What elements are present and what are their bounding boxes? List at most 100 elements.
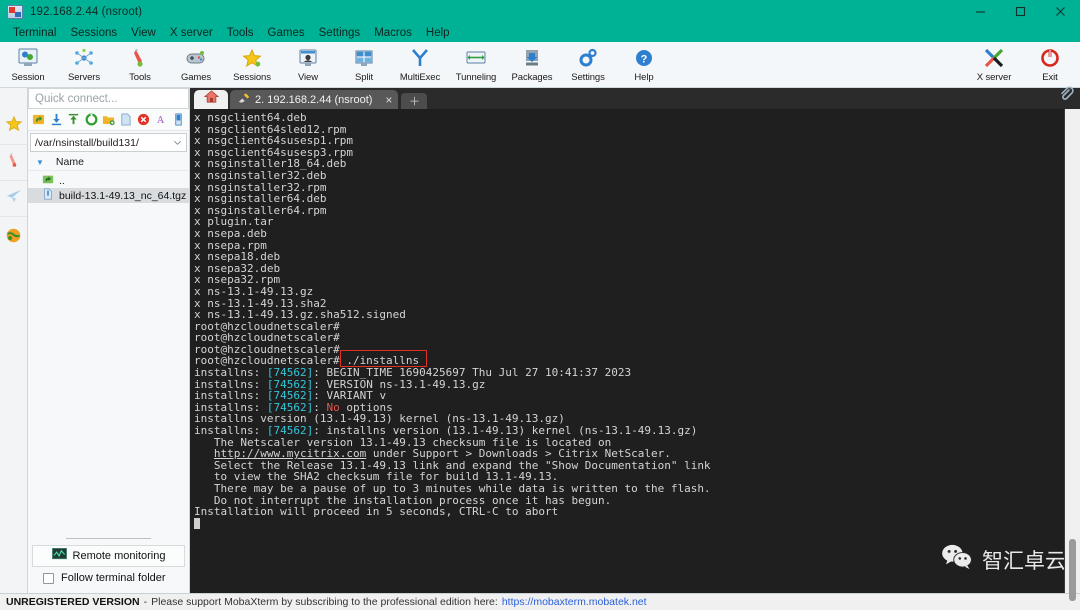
- toolbar-help-label: Help: [634, 72, 653, 83]
- menu-view[interactable]: View: [124, 26, 163, 40]
- terminal-cursor: [194, 518, 1064, 530]
- remote-monitoring-button[interactable]: Remote monitoring: [32, 545, 185, 567]
- list-item[interactable]: build-13.1-49.13_nc_64.tgz: [28, 188, 189, 203]
- path-dropdown[interactable]: /var/nsinstall/build131/: [30, 133, 187, 152]
- download-icon[interactable]: [48, 111, 63, 129]
- sort-caret-icon[interactable]: ▼: [36, 158, 44, 167]
- toolbar-packages[interactable]: Packages: [504, 44, 560, 88]
- plus-icon: ＋: [409, 93, 420, 109]
- paperclip-icon[interactable]: [1058, 86, 1074, 107]
- toolbar-servers-label: Servers: [68, 72, 100, 83]
- sftp-toolbar: A: [28, 109, 189, 131]
- parent-folder-icon: [42, 173, 54, 188]
- add-tab-button[interactable]: ＋: [401, 93, 427, 109]
- window-controls: [960, 0, 1080, 23]
- menu-help[interactable]: Help: [419, 26, 457, 40]
- main-toolbar: Session Servers: [0, 42, 1080, 88]
- terminal-line: x nsepa32.deb: [194, 263, 1064, 275]
- file-list-header: ▼ Name: [28, 154, 189, 171]
- menu-macros[interactable]: Macros: [367, 26, 419, 40]
- svg-text:A: A: [157, 115, 165, 126]
- reload-icon[interactable]: [83, 111, 98, 129]
- tab-bar: 2. 192.168.2.44 (nsroot) × ＋: [190, 88, 1080, 109]
- close-icon[interactable]: [1040, 0, 1080, 23]
- binary-mode-icon[interactable]: [171, 111, 186, 129]
- quick-connect-input[interactable]: Quick connect...: [28, 88, 189, 109]
- swiss-knife-icon: [5, 151, 23, 174]
- rail-item-favorites[interactable]: [0, 109, 27, 145]
- mobaxterm-window: 192.168.2.44 (nsroot) Terminal Sessions …: [0, 0, 1080, 610]
- watermark: 智汇卓云: [940, 544, 1066, 575]
- tab-session-1[interactable]: 2. 192.168.2.44 (nsroot) ×: [230, 90, 398, 109]
- workspace: Quick connect...: [0, 88, 1080, 593]
- menu-x-server[interactable]: X server: [163, 26, 220, 40]
- menu-settings[interactable]: Settings: [312, 26, 368, 40]
- new-file-icon[interactable]: [118, 111, 133, 129]
- terminal-line: x nsginstaller64.rpm: [194, 205, 1064, 217]
- toolbar-servers[interactable]: Servers: [56, 44, 112, 88]
- toolbar-games[interactable]: Games: [168, 44, 224, 88]
- toolbar-exit[interactable]: Exit: [1022, 44, 1078, 88]
- toolbar-session-label: Session: [11, 72, 44, 83]
- terminal-output[interactable]: x nsgclient64.debx nsgclient64sled12.rpm…: [190, 109, 1064, 593]
- sessions-star-icon: [241, 46, 263, 70]
- terminal-scrollbar[interactable]: [1064, 109, 1080, 593]
- minimize-icon[interactable]: [960, 0, 1000, 23]
- games-icon: [185, 46, 207, 70]
- path-text: /var/nsinstall/build131/: [35, 137, 173, 149]
- list-item[interactable]: ..: [28, 173, 189, 188]
- tab-label: 2. 192.168.2.44 (nsroot): [255, 94, 372, 106]
- toolbar-sessions-label: Sessions: [233, 72, 271, 83]
- toolbar-session[interactable]: Session: [0, 44, 56, 88]
- toolbar-view[interactable]: View: [280, 44, 336, 88]
- toolbar-view-label: View: [298, 72, 318, 83]
- status-link[interactable]: https://mobaxterm.mobatek.net: [502, 596, 647, 608]
- monitor-graph-icon: [52, 548, 67, 564]
- rail-item-send[interactable]: [0, 181, 27, 217]
- remote-monitoring-label: Remote monitoring: [73, 550, 166, 562]
- toolbar-tunneling[interactable]: Tunneling: [448, 44, 504, 88]
- tunneling-icon: [465, 46, 487, 70]
- toolbar-settings[interactable]: Settings: [560, 44, 616, 88]
- star-icon: [5, 115, 23, 138]
- text-mode-icon[interactable]: A: [153, 111, 168, 129]
- follow-terminal-folder-row[interactable]: Follow terminal folder: [32, 567, 185, 589]
- toolbar-x-server[interactable]: X server: [966, 44, 1022, 88]
- multiexec-icon: [409, 46, 431, 70]
- terminal-line: Installation will proceed in 5 seconds, …: [194, 506, 1064, 518]
- upload-icon[interactable]: [66, 111, 81, 129]
- terminal-line: x nsepa32.rpm: [194, 274, 1064, 286]
- svg-text:?: ?: [641, 54, 648, 66]
- terminal-line: x nsepa18.deb: [194, 251, 1064, 263]
- toolbar-multiexec[interactable]: MultiExec: [392, 44, 448, 88]
- toolbar-help[interactable]: ? Help: [616, 44, 672, 88]
- column-header-name[interactable]: Name: [56, 156, 84, 168]
- toolbar-settings-label: Settings: [571, 72, 605, 83]
- status-separator: -: [144, 596, 148, 608]
- close-icon[interactable]: ×: [385, 93, 392, 107]
- toolbar-sessions[interactable]: Sessions: [224, 44, 280, 88]
- menu-terminal[interactable]: Terminal: [6, 26, 63, 40]
- refresh-up-icon[interactable]: [31, 111, 46, 129]
- wechat-icon: [940, 544, 974, 575]
- toolbar-tools[interactable]: Tools: [112, 44, 168, 88]
- menu-tools[interactable]: Tools: [220, 26, 261, 40]
- follow-terminal-folder-checkbox[interactable]: [43, 573, 54, 584]
- home-icon: [204, 90, 219, 109]
- globe-icon: [5, 231, 22, 248]
- maximize-icon[interactable]: [1000, 0, 1040, 23]
- delete-icon[interactable]: [136, 111, 151, 129]
- tab-home[interactable]: [194, 90, 228, 109]
- new-folder-icon[interactable]: [101, 111, 116, 129]
- rail-item-globe[interactable]: [5, 227, 22, 249]
- toolbar-exit-label: Exit: [1042, 72, 1057, 83]
- menu-sessions[interactable]: Sessions: [63, 26, 124, 40]
- settings-gear-icon: [577, 46, 599, 70]
- scrollbar-thumb[interactable]: [1069, 539, 1076, 601]
- menu-games[interactable]: Games: [261, 26, 312, 40]
- follow-terminal-folder-label: Follow terminal folder: [61, 572, 166, 584]
- toolbar-split[interactable]: Split: [336, 44, 392, 88]
- help-icon: ?: [633, 46, 655, 70]
- toolbar-packages-label: Packages: [512, 72, 553, 83]
- rail-item-tools[interactable]: [0, 145, 27, 181]
